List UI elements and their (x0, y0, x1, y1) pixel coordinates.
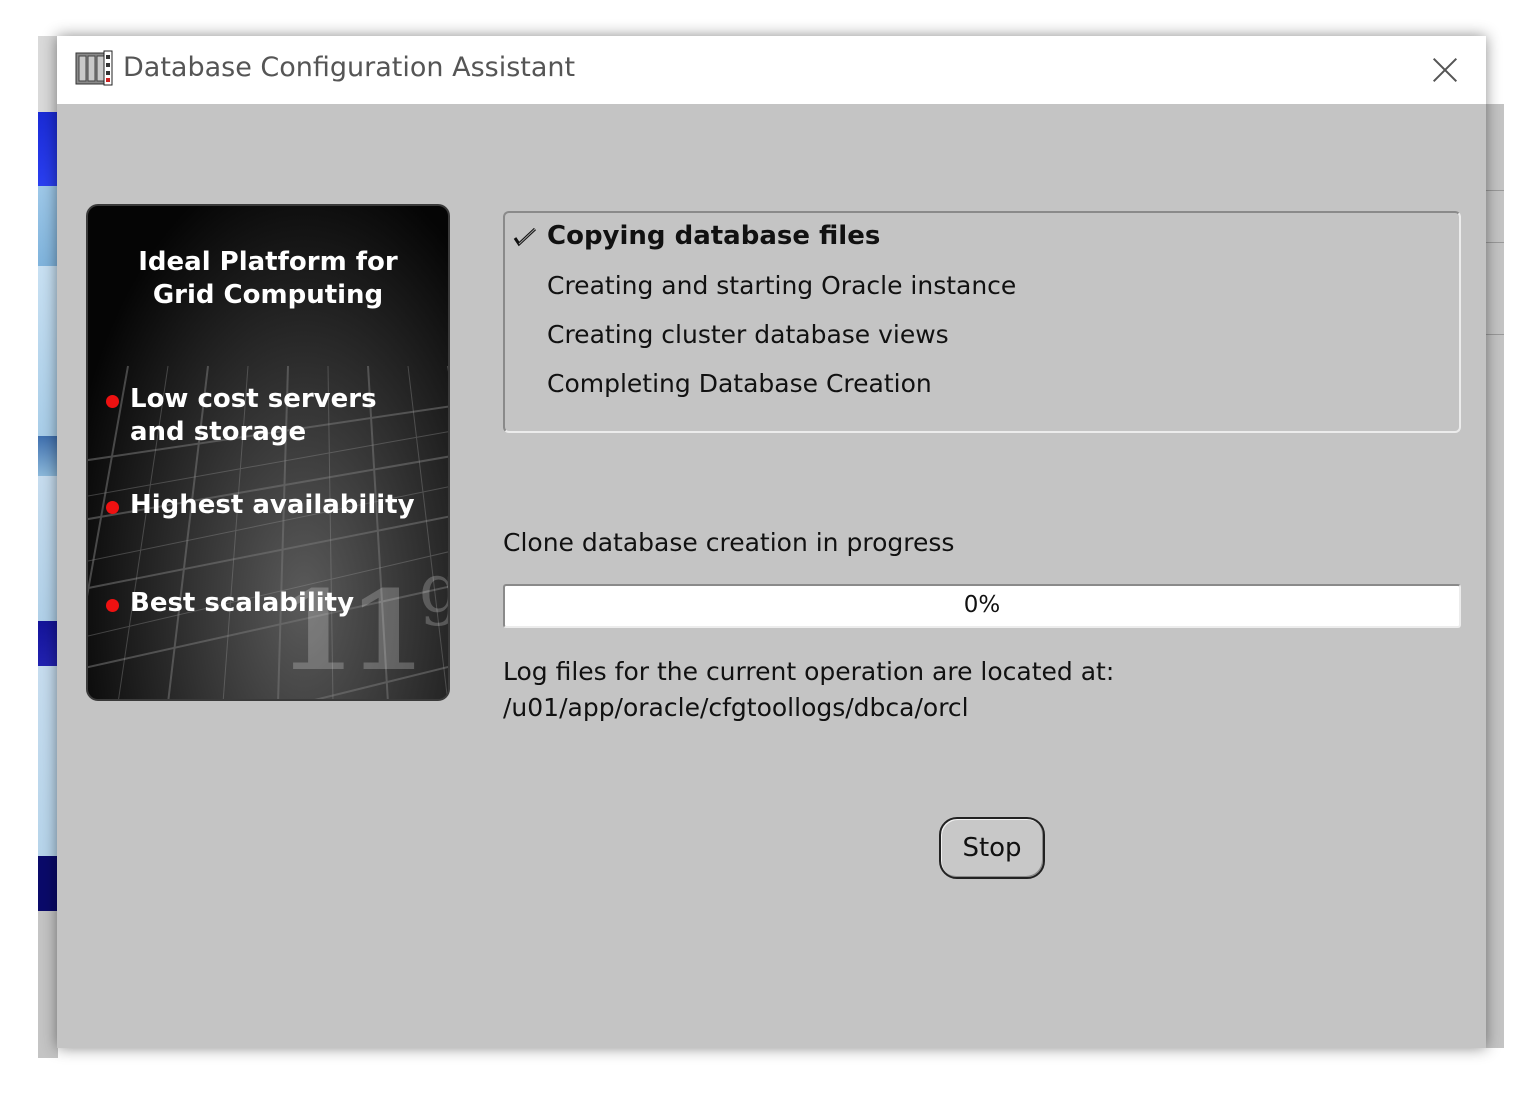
log-path: /u01/app/oracle/cfgtoollogs/dbca/orcl (503, 693, 969, 722)
checkmark-icon (513, 227, 537, 247)
promo-heading: Ideal Platform for Grid Computing (88, 246, 448, 312)
window-title: Database Configuration Assistant (123, 52, 576, 83)
close-icon[interactable] (1429, 54, 1461, 86)
database-app-icon (75, 50, 113, 86)
logo-letter: g (419, 550, 448, 627)
step-cluster-views: Creating cluster database views (547, 320, 949, 349)
log-label: Log files for the current operation are … (503, 657, 1115, 686)
progress-percent: 0% (963, 592, 1001, 618)
promo-item: Low cost servers and storage (130, 383, 440, 449)
step-completing: Completing Database Creation (547, 369, 932, 398)
stop-button[interactable]: Stop (939, 817, 1045, 879)
step-creating-instance: Creating and starting Oracle instance (547, 271, 1017, 300)
red-bullet-icon (106, 599, 119, 612)
background-window-edge (1486, 104, 1504, 1048)
promo-item: Highest availability (130, 489, 440, 522)
red-bullet-icon (106, 395, 119, 408)
progress-status-text: Clone database creation in progress (503, 528, 955, 557)
steps-list: Copying database files Creating and star… (503, 211, 1461, 433)
promo-item-line: Low cost servers (130, 384, 377, 414)
title-bar: Database Configuration Assistant (57, 36, 1486, 104)
red-bullet-icon (106, 501, 119, 514)
step-copying-files: Copying database files (547, 221, 881, 251)
promo-item-line: Highest availability (130, 490, 415, 520)
logo-number: 11 (278, 566, 425, 695)
background-desktop-strip (38, 36, 58, 1058)
promo-item-line: and storage (130, 417, 307, 447)
dbca-dialog: Database Configuration Assistant Ideal P… (57, 36, 1486, 1048)
promo-heading-line: Grid Computing (152, 280, 384, 310)
11g-logo: 11g (278, 550, 448, 695)
progress-bar: 0% (503, 584, 1461, 628)
promo-heading-line: Ideal Platform for (138, 247, 398, 277)
log-location: Log files for the current operation are … (503, 654, 1463, 726)
promo-banner: Ideal Platform for Grid Computing Low co… (86, 204, 450, 701)
